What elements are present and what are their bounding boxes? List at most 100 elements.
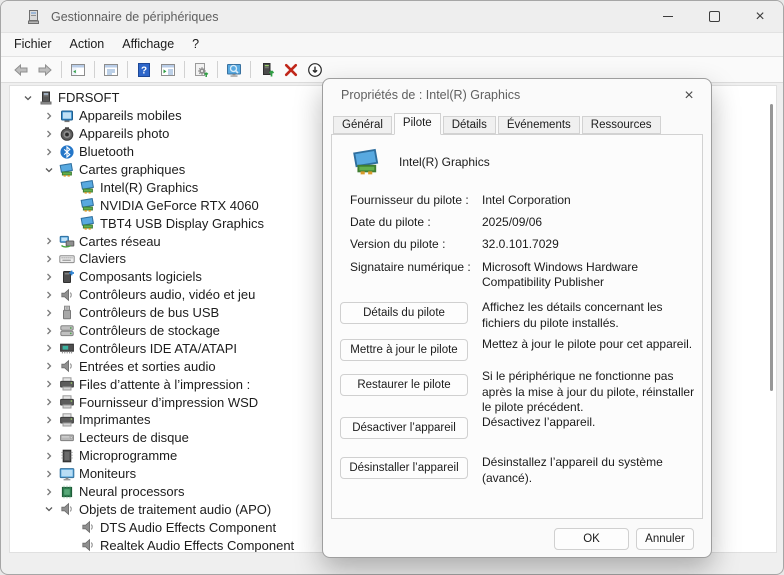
forward-button[interactable] <box>33 59 57 81</box>
npu-icon <box>59 484 75 500</box>
chevron-right-icon[interactable] <box>39 325 59 337</box>
console-tree-button[interactable] <box>66 59 90 81</box>
tab-general[interactable]: Général <box>333 116 392 134</box>
tree-item-label: Cartes graphiques <box>79 162 185 177</box>
gpu-icon <box>80 179 96 195</box>
device-header: Intel(R) Graphics <box>350 147 490 177</box>
monitor-icon <box>59 466 75 482</box>
tree-item-label: Lecteurs de disque <box>79 430 189 445</box>
minimize-button[interactable] <box>645 1 691 32</box>
tree-vertical-scrollbar[interactable] <box>770 104 773 391</box>
properties-button[interactable] <box>99 59 123 81</box>
cancel-button[interactable]: Annuler <box>636 528 694 550</box>
printer-icon <box>59 394 75 410</box>
tree-item-label: Realtek Audio Effects Component <box>100 538 294 553</box>
toolbar-separator <box>61 61 62 78</box>
speaker-icon <box>59 287 75 303</box>
disable-button[interactable] <box>303 59 327 81</box>
chevron-right-icon[interactable] <box>39 468 59 480</box>
tree-item-label: Files d’attente à l’impression : <box>79 377 250 392</box>
tab-evenements[interactable]: Événements <box>498 116 580 134</box>
scan-hardware-button[interactable] <box>189 59 213 81</box>
maximize-button[interactable] <box>691 1 737 32</box>
menu-fichier[interactable]: Fichier <box>5 33 61 56</box>
speaker-icon <box>80 519 96 535</box>
properties-dialog: Propriétés de : Intel(R) Graphics × Géné… <box>322 78 712 558</box>
chevron-right-icon[interactable] <box>39 360 59 372</box>
chevron-down-icon[interactable] <box>18 92 38 104</box>
action-row-desactiver-lappareil: Désactiver l’appareilDésactivez l’appare… <box>340 415 698 431</box>
tree-item-label: Bluetooth <box>79 144 134 159</box>
forward-icon <box>37 62 53 78</box>
tab-ressources[interactable]: Ressources <box>582 116 661 134</box>
chevron-right-icon[interactable] <box>39 253 59 265</box>
chevron-right-icon[interactable] <box>39 146 59 158</box>
action-row-mettre-a-jour-le-pilote: Mettre à jour le piloteMettez à jour le … <box>340 337 698 353</box>
properties-icon <box>103 62 119 78</box>
menu-affichage[interactable]: Affichage <box>113 33 183 56</box>
tree-item-label: Contrôleurs de bus USB <box>79 305 219 320</box>
details-du-pilote-button[interactable]: Détails du pilote <box>340 302 468 324</box>
back-button[interactable] <box>9 59 33 81</box>
desactiver-lappareil-button[interactable]: Désactiver l’appareil <box>340 417 468 439</box>
chevron-right-icon[interactable] <box>39 235 59 247</box>
tree-item-label: Moniteurs <box>79 466 136 481</box>
display-adapter-icon <box>350 147 384 177</box>
chevron-right-icon[interactable] <box>39 307 59 319</box>
help-button[interactable]: ? <box>132 59 156 81</box>
chevron-down-icon[interactable] <box>39 503 59 515</box>
printer-icon <box>59 412 75 428</box>
desinstaller-lappareil-button[interactable]: Désinstaller l’appareil <box>340 457 468 479</box>
printer-icon <box>59 376 75 392</box>
chevron-placeholder <box>60 181 80 193</box>
chevron-right-icon[interactable] <box>39 414 59 426</box>
tree-item-label: Contrôleurs de stockage <box>79 323 220 338</box>
tree-item-label: Claviers <box>79 251 126 266</box>
tab-details[interactable]: Détails <box>443 116 496 134</box>
chevron-down-icon[interactable] <box>39 164 59 176</box>
field-label: Date du pilote : <box>350 215 482 230</box>
uninstall-icon <box>283 62 299 78</box>
search-computer-button[interactable] <box>222 59 246 81</box>
chevron-right-icon[interactable] <box>39 432 59 444</box>
chevron-right-icon[interactable] <box>39 378 59 390</box>
close-button[interactable]: × <box>737 1 783 32</box>
restaurer-le-pilote-button[interactable]: Restaurer le pilote <box>340 374 468 396</box>
chevron-right-icon[interactable] <box>39 342 59 354</box>
uninstall-button[interactable] <box>279 59 303 81</box>
search-computer-icon <box>226 62 242 78</box>
menu-help[interactable]: ? <box>183 33 208 56</box>
tree-item-label: Composants logiciels <box>79 269 202 284</box>
gpu-icon <box>80 215 96 231</box>
action-description: Désactivez l’appareil. <box>482 415 700 431</box>
tab-pilote[interactable]: Pilote <box>394 113 441 135</box>
action-pane-button[interactable] <box>156 59 180 81</box>
chevron-right-icon[interactable] <box>39 450 59 462</box>
tree-item-label: Appareils mobiles <box>79 108 182 123</box>
software-icon <box>59 269 75 285</box>
field-version-du-pilote: Version du pilote :32.0.101.7029 <box>350 237 698 252</box>
mettre-a-jour-le-pilote-button[interactable]: Mettre à jour le pilote <box>340 339 468 361</box>
firmware-icon <box>59 448 75 464</box>
update-driver-button[interactable] <box>255 59 279 81</box>
field-value: 32.0.101.7029 <box>482 237 698 252</box>
chevron-right-icon[interactable] <box>39 289 59 301</box>
chevron-right-icon[interactable] <box>39 110 59 122</box>
svg-text:?: ? <box>141 65 147 76</box>
keyboard-icon <box>59 251 75 267</box>
chevron-right-icon[interactable] <box>39 128 59 140</box>
chevron-placeholder <box>60 199 80 211</box>
chevron-right-icon[interactable] <box>39 396 59 408</box>
ok-button[interactable]: OK <box>554 528 629 550</box>
bluetooth-icon <box>59 144 75 160</box>
device-name: Intel(R) Graphics <box>399 155 490 169</box>
tree-item-label: Entrées et sorties audio <box>79 359 216 374</box>
tree-item-label: Microprogramme <box>79 448 177 463</box>
chevron-right-icon[interactable] <box>39 486 59 498</box>
menu-action[interactable]: Action <box>61 33 114 56</box>
tree-item-label: Cartes réseau <box>79 234 161 249</box>
field-value: Intel Corporation <box>482 193 698 208</box>
dialog-close-icon[interactable]: × <box>679 86 699 106</box>
action-description: Si le périphérique ne fonctionne pas apr… <box>482 369 700 416</box>
chevron-right-icon[interactable] <box>39 271 59 283</box>
